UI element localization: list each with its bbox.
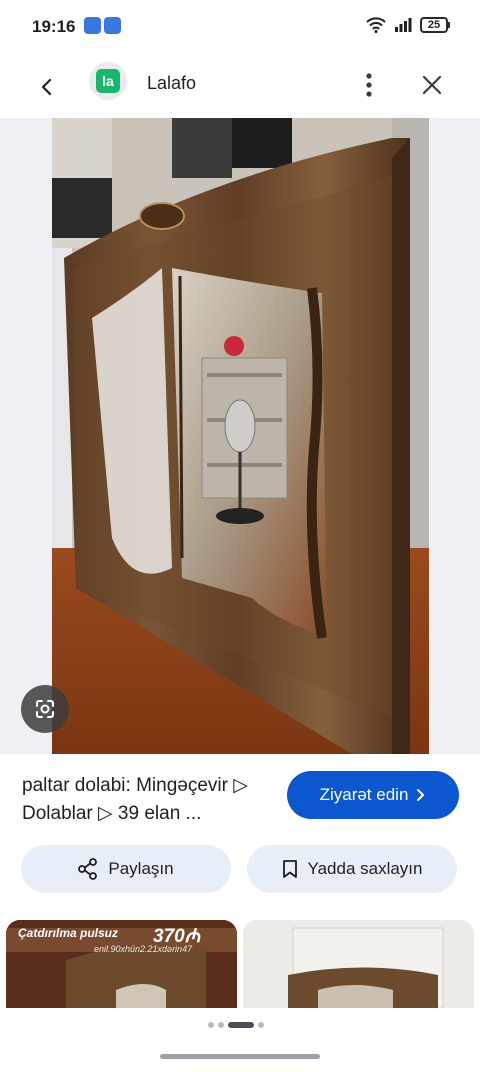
app-notification-icon (84, 17, 101, 34)
save-label: Yadda saxlayın (307, 859, 423, 878)
signal-icon (395, 18, 412, 32)
home-indicator[interactable] (160, 1054, 320, 1059)
back-button[interactable] (30, 70, 64, 104)
status-time: 19:16 (32, 17, 76, 36)
google-lens-icon (36, 700, 54, 718)
bottom-bar (0, 1008, 480, 1072)
close-button[interactable] (415, 68, 449, 102)
chevron-right-icon (417, 789, 425, 801)
pager-dot (258, 1022, 264, 1028)
share-icon (78, 858, 98, 880)
app-bar (0, 56, 480, 118)
pager-dot-active (228, 1022, 254, 1028)
pager-dots (208, 1022, 264, 1028)
google-lens-button[interactable] (21, 685, 69, 733)
more-options-button[interactable] (352, 68, 386, 102)
related-result-card[interactable]: Çatdırılma pulsuz 370₼ enil.90xhün2.21xd… (6, 920, 237, 1008)
close-icon (422, 75, 442, 95)
related-result-card[interactable] (243, 920, 474, 1008)
battery-icon: 25 (420, 17, 450, 33)
back-arrow-icon (41, 78, 52, 96)
visit-button-label: Ziyarət edin (319, 785, 409, 804)
pager-dot (218, 1022, 224, 1028)
share-label: Paylaşın (108, 859, 174, 878)
wifi-icon (366, 17, 386, 33)
image-viewer[interactable] (0, 118, 480, 754)
more-vert-icon (366, 73, 372, 97)
pager-dot (208, 1022, 214, 1028)
battery-level: 25 (420, 17, 448, 33)
promo-text: Çatdırılma pulsuz (18, 926, 119, 940)
share-button[interactable]: Paylaşın (21, 845, 231, 893)
listing-title[interactable]: paltar dolabi: Mingəçevir ▷ Dolablar ▷ 3… (22, 772, 282, 828)
wardrobe-photo (52, 118, 429, 754)
app-title: Lalafo (147, 73, 197, 93)
status-icons: 25 (366, 17, 450, 33)
visit-button[interactable]: Ziyarət edin (287, 771, 459, 819)
app-logo: la (89, 62, 127, 100)
lalafo-logo-icon: la (96, 69, 120, 93)
promo-subtext: enil.90xhün2.21xdərin47 (94, 944, 193, 954)
bookmark-icon (282, 860, 297, 878)
status-bar: 19:16 25 (0, 0, 480, 56)
app-notification-icon (104, 17, 121, 34)
save-button[interactable]: Yadda saxlayın (247, 845, 457, 893)
